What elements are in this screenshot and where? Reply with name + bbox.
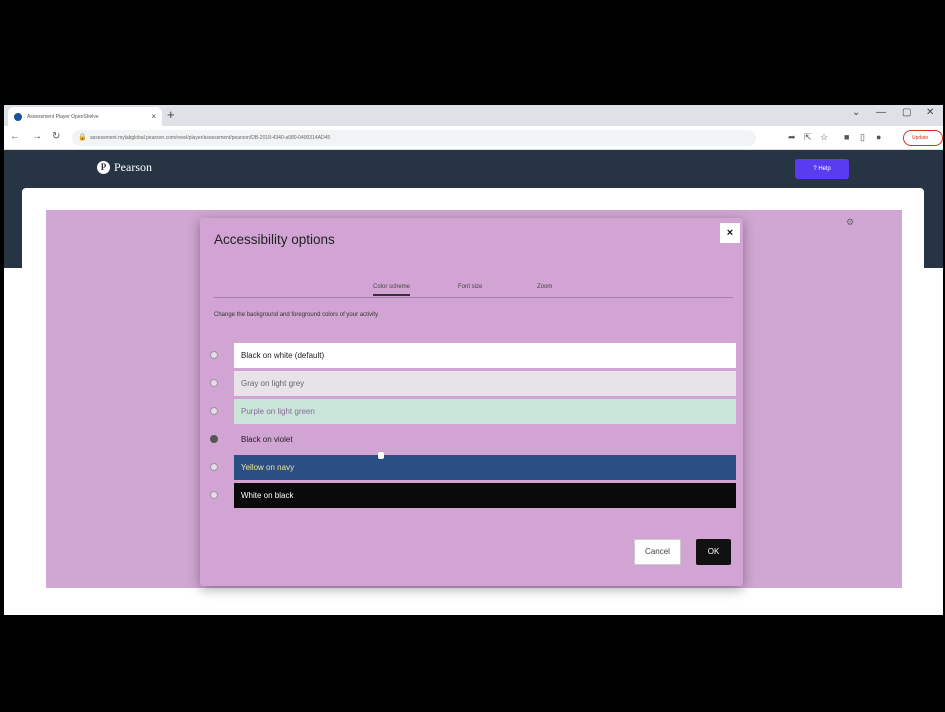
window-close-button[interactable]: ✕: [926, 107, 934, 118]
browser-tab-title: Assessment Player OpenShelve: [27, 113, 99, 120]
pearson-logo-icon: P: [97, 161, 110, 174]
radio-button[interactable]: [210, 435, 218, 443]
option-label[interactable]: Purple on light green: [234, 399, 736, 424]
option-label[interactable]: Gray on light grey: [234, 371, 736, 396]
update-button[interactable]: Update: [903, 130, 943, 146]
maximize-button[interactable]: ▢: [902, 107, 911, 118]
minimize-button[interactable]: —: [876, 107, 886, 118]
url-text: assessment.mylabglobal.pearson.com/revel…: [90, 135, 331, 141]
pearson-logo: P Pearson: [97, 160, 152, 175]
tab-strip: Assessment Player OpenShelve × + ⌄ — ▢ ✕: [4, 105, 943, 126]
back-icon[interactable]: ←: [10, 131, 20, 142]
radio-button[interactable]: [210, 463, 218, 471]
settings-gear-icon[interactable]: ⚙: [846, 217, 854, 228]
radio-button[interactable]: [210, 351, 218, 359]
browser-toolbar: ← → ↻ 🔒 assessment.mylabglobal.pearson.c…: [4, 126, 943, 150]
tab-font-size[interactable]: Font size: [458, 284, 482, 290]
share-icon[interactable]: ➦: [788, 132, 796, 143]
brand-name: Pearson: [114, 160, 152, 174]
option-black-on-violet[interactable]: Black on violet: [210, 427, 736, 452]
tab-search-icon[interactable]: ⌄: [852, 107, 860, 118]
browser-window: Assessment Player OpenShelve × + ⌄ — ▢ ✕…: [4, 105, 943, 615]
tab-zoom[interactable]: Zoom: [537, 284, 552, 290]
ok-button[interactable]: OK: [696, 539, 731, 565]
tab-color-scheme[interactable]: Color scheme: [373, 284, 411, 296]
favicon-icon: [14, 112, 22, 121]
bookmark-star-icon[interactable]: ☆: [820, 132, 828, 143]
option-black-on-white[interactable]: Black on white (default): [210, 343, 736, 368]
option-yellow-on-navy[interactable]: Yellow on navy: [210, 455, 736, 480]
lock-icon: 🔒: [78, 134, 87, 141]
address-bar[interactable]: 🔒 assessment.mylabglobal.pearson.com/rev…: [72, 130, 756, 146]
forward-icon[interactable]: →: [32, 131, 42, 142]
scheme-description: Change the background and foreground col…: [214, 312, 379, 318]
browser-tab[interactable]: Assessment Player OpenShelve ×: [8, 107, 162, 126]
cancel-button[interactable]: Cancel: [634, 539, 681, 565]
radio-button[interactable]: [210, 407, 218, 415]
video-frame: Assessment Player OpenShelve × + ⌄ — ▢ ✕…: [0, 0, 945, 712]
option-label[interactable]: Black on white (default): [234, 343, 736, 368]
dialog-tabs: Color scheme Font size Zoom: [214, 282, 733, 298]
tab-close-icon[interactable]: ×: [151, 112, 156, 121]
mouse-cursor: [378, 452, 384, 459]
new-tab-button[interactable]: +: [167, 107, 175, 123]
radio-button[interactable]: [210, 379, 218, 387]
option-white-on-black[interactable]: White on black: [210, 483, 736, 508]
close-icon[interactable]: ×: [720, 223, 740, 243]
radio-button[interactable]: [210, 491, 218, 499]
accessibility-dialog: Accessibility options × Color scheme Fon…: [200, 218, 743, 586]
option-purple-on-light-green[interactable]: Purple on light green: [210, 399, 736, 424]
option-gray-on-light-grey[interactable]: Gray on light grey: [210, 371, 736, 396]
extension-icon[interactable]: ■: [844, 132, 849, 142]
reload-icon[interactable]: ↻: [52, 131, 60, 142]
dialog-title: Accessibility options: [214, 232, 335, 247]
option-label[interactable]: Black on violet: [234, 427, 736, 452]
help-label: Help: [818, 166, 831, 172]
open-in-app-icon[interactable]: ⇱: [804, 132, 812, 143]
help-button[interactable]: ? Help: [795, 159, 849, 179]
option-label[interactable]: White on black: [234, 483, 736, 508]
sidebar-icon[interactable]: ▯: [860, 132, 865, 143]
option-label[interactable]: Yellow on navy: [234, 455, 736, 480]
help-icon: ?: [813, 166, 817, 172]
profile-icon[interactable]: ●: [876, 132, 881, 142]
